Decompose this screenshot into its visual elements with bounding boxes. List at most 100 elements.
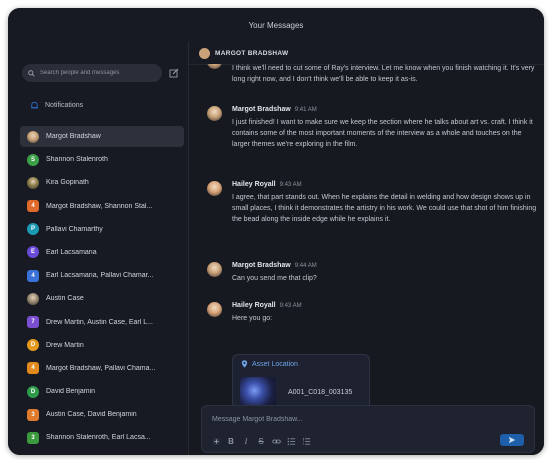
conversation-item[interactable]: 4 Margot Bradshaw, Pallavi Chama... xyxy=(20,358,184,379)
message-time: 9:41 AM xyxy=(294,107,317,113)
attachment-title-label: Asset Location xyxy=(252,360,298,368)
compose-icon xyxy=(169,68,179,78)
chat-header: MARGOT BRADSHAW xyxy=(189,42,544,65)
avatar xyxy=(207,106,222,121)
messages-window: Your Messages Notifica xyxy=(8,8,544,455)
avatar xyxy=(207,181,222,196)
conversation-name: Kira Gopinath xyxy=(46,179,89,187)
message-text: I agree, that part stands out. When he e… xyxy=(232,194,537,224)
conversation-name: Margot Bradshaw, Shannon Stal... xyxy=(46,202,153,210)
conversation-item[interactable]: 4 Margot Bradshaw, Shannon Stal... xyxy=(20,196,184,217)
message-sender: Margot Bradshaw xyxy=(232,262,291,269)
message-header: Margot Bradshaw 9:44 AM xyxy=(232,262,537,272)
message-body: Margot Bradshaw 9:44 AM Can you send me th… xyxy=(232,262,537,284)
conversation-name: Austin Case, David Benjamin xyxy=(46,411,137,419)
message-text: Can you send me that clip? xyxy=(232,275,317,282)
location-pin-icon xyxy=(241,360,248,368)
italic-icon[interactable]: I xyxy=(240,435,252,447)
avatar: S xyxy=(27,153,39,166)
plus-icon[interactable] xyxy=(210,435,222,447)
avatar xyxy=(207,262,222,277)
message-sender: Hailey Royall xyxy=(232,181,276,188)
avatar: P xyxy=(27,223,39,236)
conversation-name: Earl Lacsamana, Pallavi Chamar... xyxy=(46,272,154,280)
bell-icon xyxy=(31,101,38,109)
conversation-name: Austin Case xyxy=(46,295,84,303)
message-sender: Hailey Royall xyxy=(232,302,276,309)
strikethrough-icon[interactable]: S xyxy=(255,435,267,447)
conversation-item[interactable]: E Earl Lacsamana xyxy=(20,242,184,263)
message-header: Hailey Royall 9:43 AM xyxy=(232,181,537,191)
conversation-list: Margot Bradshaw S Shannon Stalenroth Kira G… xyxy=(20,126,184,451)
message-input[interactable] xyxy=(210,412,524,426)
conversation-name: Shannon Stalenroth xyxy=(46,156,108,164)
search-input[interactable] xyxy=(38,69,157,77)
conversation-name: Margot Bradshaw, Pallavi Chama... xyxy=(46,364,156,372)
avatar xyxy=(207,64,222,69)
attachment-filename: A001_C018_003135 xyxy=(288,389,353,396)
message-body: Margot Bradshaw 9:41 AM I just finished! I… xyxy=(232,106,537,151)
avatar: 3 xyxy=(27,431,39,444)
avatar: 4 xyxy=(27,269,39,282)
conversation-name: Pallavi Chamarthy xyxy=(46,225,103,233)
conversation-item[interactable]: P Pallavi Chamarthy xyxy=(20,219,184,240)
conversation-item[interactable]: D David Benjamin xyxy=(20,381,184,402)
avatar: E xyxy=(27,246,39,259)
send-button[interactable] xyxy=(500,434,524,446)
avatar: 3 xyxy=(27,408,39,421)
conversation-item[interactable]: 3 Austin Case, David Benjamin xyxy=(20,404,184,425)
message-body: I think we'll need to cut some of Ray's … xyxy=(232,64,537,85)
conversation-item[interactable]: Margot Bradshaw xyxy=(20,126,184,147)
search-row xyxy=(22,64,180,82)
chat-panel: MARGOT BRADSHAW I think we'll need to cu… xyxy=(189,42,544,455)
conversation-name: Drew Martin, Austin Case, Earl L... xyxy=(46,318,153,326)
conversation-name: David Benjamin xyxy=(46,388,96,396)
message-text: I just finished! I want to make sure we … xyxy=(232,119,533,149)
message-composer: B I S xyxy=(201,405,535,453)
message-time: 9:44 AM xyxy=(294,263,317,269)
message-time: 9:43 AM xyxy=(279,182,302,188)
search-icon xyxy=(28,69,35,77)
compose-button[interactable] xyxy=(168,67,180,79)
message-header: Hailey Royall 9:43 AM xyxy=(232,302,537,312)
message-body: Hailey Royall 9:43 AM Here you go: xyxy=(232,302,537,324)
search-box[interactable] xyxy=(22,64,162,82)
conversation-item[interactable]: D Drew Martin xyxy=(20,335,184,356)
conversation-name: Drew Martin xyxy=(46,341,84,349)
avatar: D xyxy=(27,385,39,398)
link-icon[interactable] xyxy=(270,435,282,447)
numbered-list-icon[interactable] xyxy=(300,435,312,447)
send-icon xyxy=(508,436,516,444)
notifications-label: Notifications xyxy=(45,102,84,109)
conversation-name: Shannon Stalenroth, Earl Lacsa... xyxy=(46,434,151,442)
conversation-item[interactable]: 7 Drew Martin, Austin Case, Earl L... xyxy=(20,312,184,333)
avatar: 4 xyxy=(27,200,39,213)
conversation-item[interactable]: Austin Case xyxy=(20,288,184,309)
conversation-name: Earl Lacsamana xyxy=(46,248,97,256)
message-header: Margot Bradshaw 9:41 AM xyxy=(232,106,537,116)
chat-header-name: MARGOT BRADSHAW xyxy=(215,49,289,57)
conversation-item[interactable]: Kira Gopinath xyxy=(20,172,184,193)
avatar xyxy=(207,302,222,317)
message-time: 9:43 AM xyxy=(279,303,302,309)
notifications-item[interactable]: Notifications xyxy=(30,101,83,110)
conversation-item[interactable]: 4 Earl Lacsamana, Pallavi Chamar... xyxy=(20,265,184,286)
avatar: 4 xyxy=(27,362,39,375)
window-title: Your Messages xyxy=(248,20,304,30)
conversation-item[interactable]: 3 Shannon Stalenroth, Earl Lacsa... xyxy=(20,427,184,448)
avatar xyxy=(27,130,39,143)
formatting-toolbar: B I S xyxy=(210,435,315,447)
avatar xyxy=(27,292,39,305)
message-sender: Margot Bradshaw xyxy=(232,106,291,113)
avatar: D xyxy=(27,339,39,352)
avatar: 7 xyxy=(27,316,39,328)
conversation-item[interactable]: S Shannon Stalenroth xyxy=(20,149,184,170)
message-text: Here you go: xyxy=(232,315,273,322)
bulleted-list-icon[interactable] xyxy=(285,435,297,447)
bold-icon[interactable]: B xyxy=(225,435,237,447)
chat-header-avatar xyxy=(199,47,210,59)
attachment-title: Asset Location xyxy=(241,360,298,368)
message-feed: I think we'll need to cut some of Ray's … xyxy=(189,64,544,430)
avatar xyxy=(27,176,39,189)
message-body: Hailey Royall 9:43 AM I agree, that part s… xyxy=(232,181,537,226)
